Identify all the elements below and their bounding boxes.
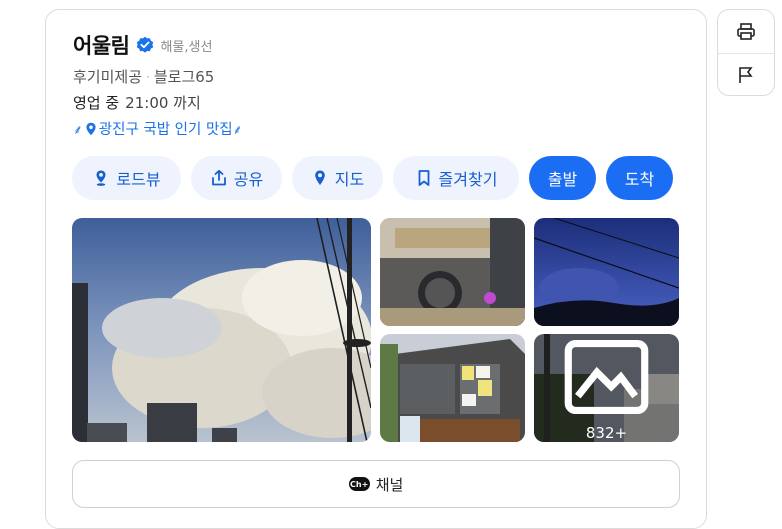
map-button[interactable]: 지도 (292, 156, 383, 200)
print-icon (737, 22, 755, 40)
photo-main-sky[interactable] (72, 218, 371, 442)
location-pin-icon (86, 122, 96, 135)
separator-dot: · (146, 69, 150, 84)
channel-button[interactable]: Ch+ 채널 (72, 460, 680, 508)
review-meta: 후기미제공 · 블로그65 (73, 66, 214, 87)
photo-storefront[interactable] (380, 334, 525, 442)
title-row: 어울림 해물,생선 (73, 30, 212, 60)
arrival-label: 도착 (624, 170, 655, 189)
roadview-button[interactable]: 로드뷰 (72, 156, 181, 200)
roadview-icon (96, 170, 106, 186)
sparkle-left: ⸙ (73, 122, 83, 138)
channel-label: 채널 (375, 475, 404, 494)
roadview-label: 로드뷰 (116, 170, 161, 189)
review-status: 후기미제공 (73, 68, 143, 86)
promo-tag-text: 광진구 국밥 인기 맛집 (98, 122, 233, 138)
favorite-label: 즐겨찾기 (438, 170, 498, 189)
verified-badge-icon (136, 36, 154, 54)
photo-count: 832+ (585, 424, 628, 442)
closing-time: 21:00 까지 (125, 94, 201, 112)
map-label: 지도 (334, 170, 365, 189)
favorite-button[interactable]: 즐겨찾기 (393, 156, 519, 200)
place-name: 어울림 (73, 34, 130, 58)
report-button[interactable] (718, 53, 774, 96)
photo-night-sky[interactable] (534, 218, 679, 326)
share-button[interactable]: 공유 (191, 156, 282, 200)
blog-count-link[interactable]: 블로그65 (154, 66, 215, 87)
share-label: 공유 (233, 170, 264, 189)
action-bar: 로드뷰 공유 지도 즐겨찾기 출발 도착 (72, 156, 673, 200)
channel-icon: Ch+ (348, 477, 370, 491)
flag-icon (739, 67, 753, 83)
bookmark-icon (418, 170, 429, 186)
image-icon (564, 339, 649, 415)
share-icon (211, 169, 226, 186)
map-pin-icon (314, 170, 325, 185)
open-status: 영업 중 (73, 94, 120, 112)
photo-more[interactable]: 832+ (534, 334, 679, 442)
side-toolbar (717, 9, 775, 96)
sparkle-right: ⸙ (232, 122, 243, 138)
photo-interior[interactable] (380, 218, 525, 326)
promo-tag[interactable]: ⸙ 광진구 국밥 인기 맛집 ⸙ (73, 118, 242, 139)
more-photos-overlay: 832+ (534, 334, 679, 442)
hours-row[interactable]: 영업 중 21:00 까지 (73, 92, 201, 113)
place-category: 해물,생선 (160, 39, 213, 55)
departure-button[interactable]: 출발 (529, 156, 596, 200)
departure-label: 출발 (547, 170, 578, 189)
arrival-button[interactable]: 도착 (606, 156, 673, 200)
print-button[interactable] (718, 10, 774, 53)
